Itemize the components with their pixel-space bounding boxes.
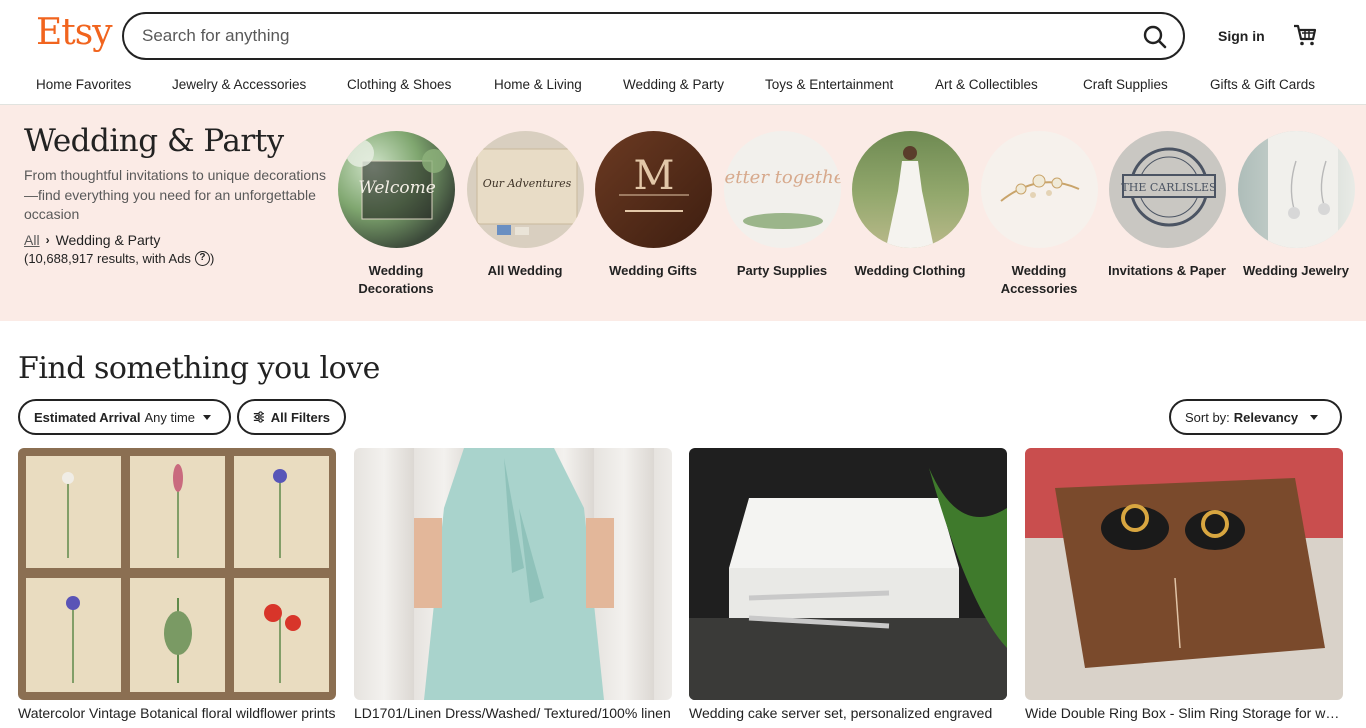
breadcrumb: All › Wedding & Party	[24, 232, 160, 248]
product-card[interactable]: Wedding cake server set, personalized en…	[689, 448, 1007, 728]
category-label: Wedding Accessories	[1000, 263, 1078, 296]
etsy-logo[interactable]: Etsy	[36, 12, 113, 53]
nav-item-jewelry-accessories[interactable]: Jewelry & Accessories	[172, 77, 306, 92]
product-title[interactable]: Wedding cake server set, personalized en…	[689, 705, 1007, 721]
svg-text:Our Adventures: Our Adventures	[482, 177, 571, 190]
nav-item-art-collectibles[interactable]: Art & Collectibles	[935, 77, 1038, 92]
category-label: Invitations & Paper	[1108, 263, 1226, 278]
filter-sliders-icon	[253, 411, 264, 423]
breadcrumb-current: Wedding & Party	[55, 232, 161, 248]
category-party-supplies[interactable]: better together Party Supplies	[718, 131, 846, 280]
all-filters-label: All Filters	[270, 409, 330, 425]
svg-text:THE CARLISLES: THE CARLISLES	[1121, 181, 1216, 194]
filter-value: Any time	[144, 409, 196, 425]
nav-item-home-favorites[interactable]: Home Favorites	[36, 77, 131, 92]
cutting-board-image: M	[618, 153, 689, 212]
category-all-wedding[interactable]: Our Adventures All Wedding	[461, 131, 589, 280]
svg-text:better together: better together	[724, 167, 841, 188]
category-wedding-jewelry[interactable]: Wedding Jewelry	[1232, 131, 1360, 280]
category-wedding-accessories[interactable]: Wedding Accessories	[975, 131, 1103, 298]
search-button[interactable]	[1141, 23, 1169, 51]
nav-item-home-living[interactable]: Home & Living	[494, 77, 582, 92]
section-title: Find something you love	[18, 351, 380, 386]
product-image[interactable]	[1025, 448, 1343, 700]
sort-dropdown[interactable]: Sort by: Relevancy	[1169, 399, 1342, 435]
product-title[interactable]: Watercolor Vintage Botanical floral wild…	[18, 705, 336, 721]
chevron-right-icon: ›	[45, 233, 50, 247]
search-bar	[122, 12, 1185, 60]
product-title[interactable]: LD1701/Linen Dress/Washed/ Textured/100%…	[354, 705, 672, 721]
page-title: Wedding & Party	[24, 123, 284, 159]
category-invitations-paper[interactable]: THE CARLISLES Invitations & Paper	[1103, 131, 1231, 280]
keepsake-box-image: Our Adventures	[476, 148, 577, 235]
botanical-prints-image	[26, 456, 329, 692]
cake-topper-image: better together	[724, 167, 841, 229]
category-image: THE CARLISLES	[1108, 131, 1226, 248]
nav-item-toys-entertainment[interactable]: Toys & Entertainment	[765, 77, 893, 92]
breadcrumb-all-link[interactable]: All	[24, 232, 40, 248]
estimated-arrival-filter[interactable]: Estimated Arrival Any time	[18, 399, 231, 435]
category-label: Wedding Gifts	[609, 263, 697, 278]
sort-label: Sort by:	[1185, 409, 1230, 425]
category-label: Wedding Jewelry	[1243, 263, 1349, 278]
product-card[interactable]: Watercolor Vintage Botanical floral wild…	[18, 448, 336, 728]
svg-text:M: M	[633, 153, 674, 199]
category-label: Wedding Decorations	[358, 263, 434, 296]
category-image: better together	[723, 131, 841, 248]
category-label: All Wedding	[487, 263, 563, 278]
category-image	[851, 131, 969, 248]
site-header: Etsy Sign in	[0, 0, 1366, 70]
category-wedding-gifts[interactable]: M Wedding Gifts	[589, 131, 717, 280]
stamp-image: THE CARLISLES	[1121, 147, 1216, 227]
search-input[interactable]	[142, 24, 1122, 48]
category-image: Our Adventures	[466, 131, 584, 248]
cake-server-set-image	[689, 468, 1007, 700]
product-image[interactable]	[689, 448, 1007, 700]
results-close-paren: )	[209, 251, 215, 266]
category-label: Party Supplies	[736, 263, 828, 278]
earrings-image	[1267, 131, 1338, 248]
product-image[interactable]	[18, 448, 336, 700]
sort-value: Relevancy	[1233, 409, 1299, 425]
category-image: M	[594, 131, 712, 248]
category-image: Welcome	[337, 131, 455, 248]
help-icon[interactable]: ?	[194, 251, 210, 266]
nav-item-craft-supplies[interactable]: Craft Supplies	[1083, 77, 1168, 92]
category-nav: Home Favorites Jewelry & Accessories Clo…	[0, 70, 1366, 105]
category-label: Wedding Clothing	[854, 263, 966, 278]
cart-icon	[1294, 24, 1317, 46]
product-card[interactable]: Wide Double Ring Box - Slim Ring Storage…	[1025, 448, 1343, 728]
caret-down-icon	[1310, 414, 1319, 420]
nav-item-clothing-shoes[interactable]: Clothing & Shoes	[347, 77, 451, 92]
product-card[interactable]: LD1701/Linen Dress/Washed/ Textured/100%…	[354, 448, 672, 728]
category-image	[980, 131, 1098, 248]
wedding-dress-image	[885, 146, 934, 248]
hero-description: From thoughtful invitations to unique de…	[24, 167, 326, 222]
welcome-sign-image: Welcome	[345, 139, 446, 220]
search-icon	[1143, 25, 1167, 49]
nav-item-wedding-party[interactable]: Wedding & Party	[623, 77, 724, 92]
filter-label: Estimated Arrival	[34, 409, 141, 425]
sign-in-link[interactable]: Sign in	[1218, 28, 1265, 44]
category-hero: Wedding & Party From thoughtful invitati…	[0, 105, 1366, 321]
product-title[interactable]: Wide Double Ring Box - Slim Ring Storage…	[1025, 705, 1343, 721]
category-image	[1237, 131, 1355, 248]
nav-item-gifts-gift-cards[interactable]: Gifts & Gift Cards	[1210, 77, 1315, 92]
results-text: (10,688,917 results, with Ads	[24, 251, 191, 266]
svg-text:Welcome: Welcome	[358, 178, 436, 198]
all-filters-button[interactable]: All Filters	[237, 399, 346, 435]
caret-down-icon	[203, 414, 212, 420]
category-wedding-decorations[interactable]: Welcome Wedding Decorations	[332, 131, 460, 298]
ring-box-image	[1025, 448, 1343, 668]
hair-pin-image	[999, 174, 1079, 202]
cart-button[interactable]	[1292, 22, 1318, 48]
product-image[interactable]	[354, 448, 672, 700]
results-count: (10,688,917 results, with Ads ? )	[24, 251, 214, 266]
linen-dress-image	[414, 448, 614, 700]
category-wedding-clothing[interactable]: Wedding Clothing	[846, 131, 974, 280]
